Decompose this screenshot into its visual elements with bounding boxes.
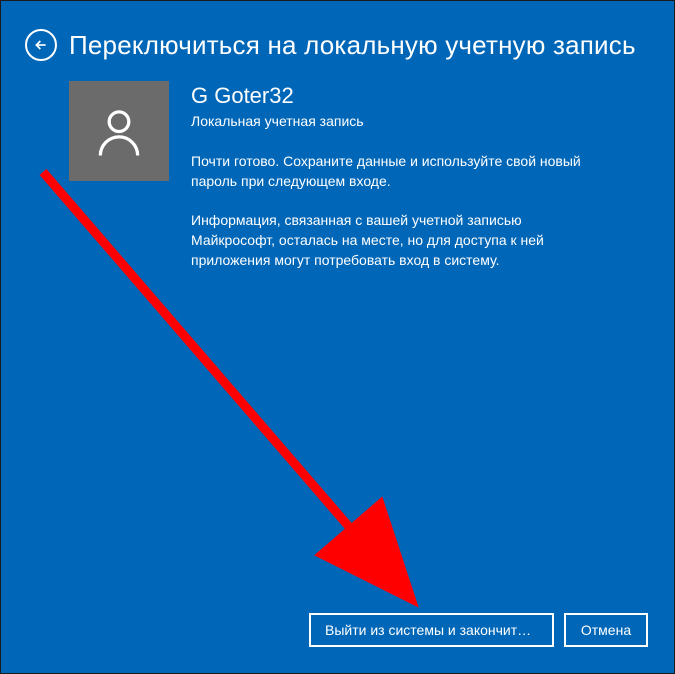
account-type: Локальная учетная запись	[191, 113, 650, 129]
user-icon	[91, 103, 147, 159]
content-area: G Goter32 Локальная учетная запись Почти…	[1, 81, 674, 288]
page-title: Переключиться на локальную учетную запис…	[69, 30, 636, 61]
username: G Goter32	[191, 83, 650, 109]
back-button[interactable]	[25, 29, 57, 61]
arrow-left-icon	[33, 37, 49, 53]
footer-buttons: Выйти из системы и закончить р... Отмена	[309, 613, 648, 647]
header: Переключиться на локальную учетную запис…	[1, 1, 674, 81]
user-info: G Goter32 Локальная учетная запись Почти…	[191, 81, 650, 288]
avatar	[69, 81, 169, 181]
cancel-button[interactable]: Отмена	[564, 613, 648, 647]
message-line-2: Информация, связанная с вашей учетной за…	[191, 210, 601, 271]
signout-finish-button[interactable]: Выйти из системы и закончить р...	[309, 613, 554, 647]
message-line-1: Почти готово. Сохраните данные и использ…	[191, 151, 601, 192]
